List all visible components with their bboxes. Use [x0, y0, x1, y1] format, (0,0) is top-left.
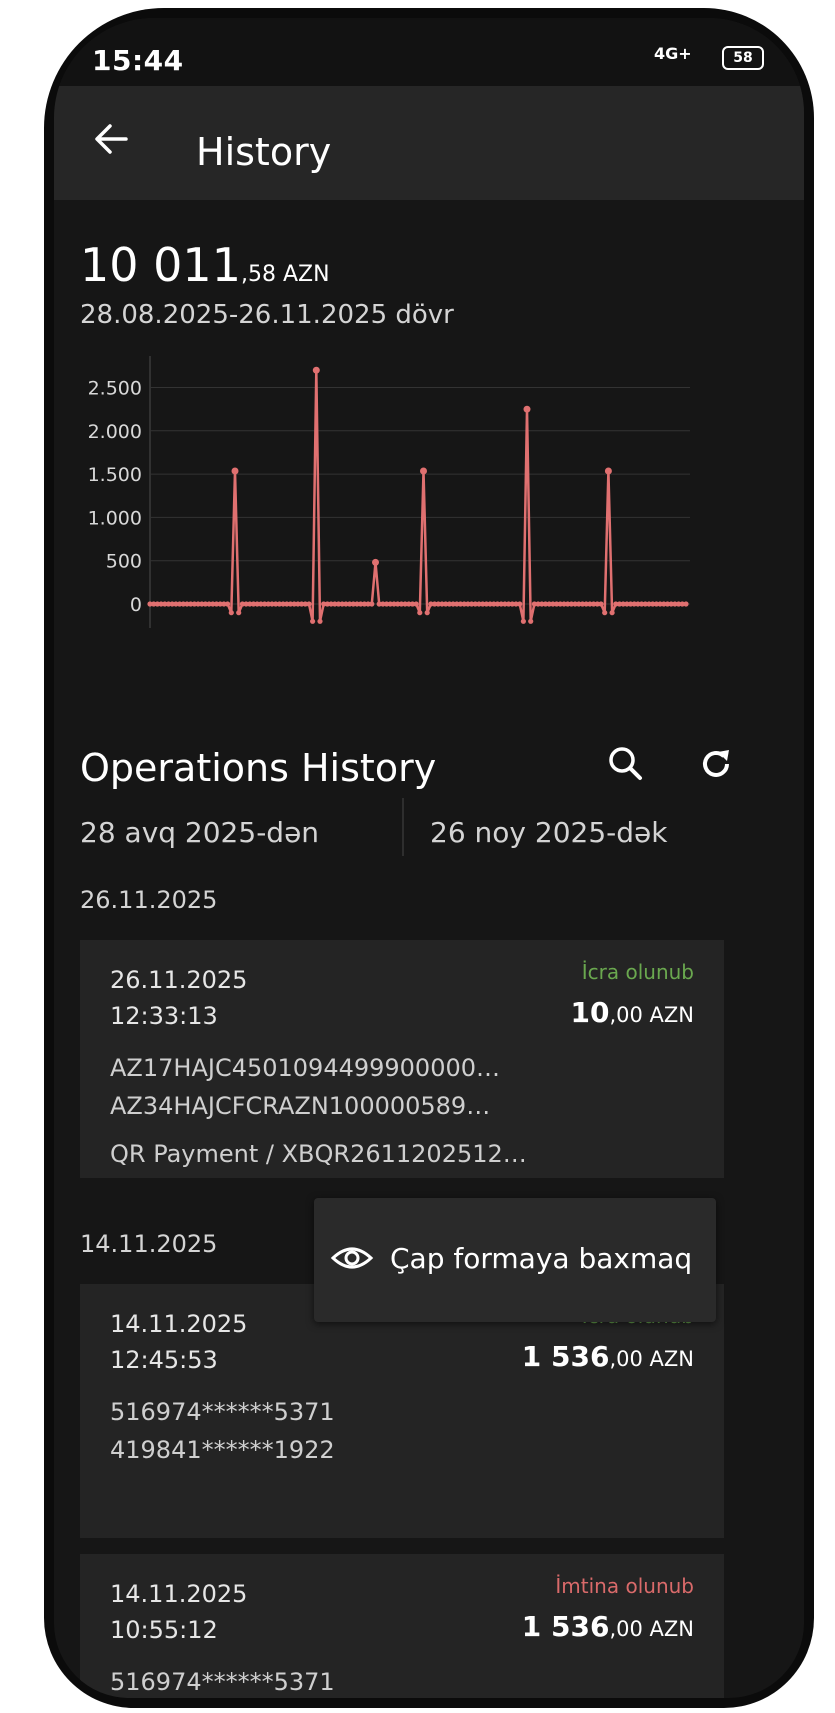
y-tick-label: 2.500 [88, 378, 142, 400]
battery-icon: 58 [722, 46, 764, 70]
operation-datetime: 14.11.2025 10:55:12 [110, 1576, 247, 1648]
operation-card[interactable]: 14.11.202512:45:53 İcra olunub 1 536,00 … [80, 1284, 724, 1538]
operation-amount: 1 536,00 AZN [522, 1610, 694, 1643]
card-number: 516974******5371 [110, 1398, 335, 1426]
data-point [231, 467, 239, 475]
operation-amount: 1 536,00 AZN [522, 1340, 694, 1373]
series-line [150, 368, 686, 623]
to-account: AZ34HAJCFCRAZN100000589… [110, 1092, 491, 1120]
data-point [528, 618, 534, 624]
total-amount-integer: 10 011 [80, 238, 241, 292]
page-title: History [196, 130, 332, 174]
network-signal-icon: 4G+ [654, 44, 692, 63]
search-icon[interactable] [604, 742, 648, 786]
data-point [604, 467, 612, 475]
app-screen: 15:44 4G+ 58 History 10 011,58 AZN 28.08… [54, 18, 804, 1698]
date-from-filter[interactable]: 28 avq 2025-dən [80, 816, 319, 849]
data-point [228, 610, 234, 616]
y-tick-label: 500 [106, 551, 142, 573]
data-point [413, 601, 419, 607]
eye-icon [330, 1247, 374, 1269]
data-point [520, 618, 526, 624]
date-divider [402, 798, 404, 856]
from-account: AZ17HAJC4501094499900000… [110, 1054, 501, 1082]
amount-integer: 1 536 [521, 1610, 610, 1643]
total-amount: 10 011,58 AZN [80, 238, 330, 292]
operation-date: 14.11.2025 [110, 1580, 248, 1608]
data-point [236, 610, 242, 616]
amount-decimal: ,00 AZN [609, 1003, 694, 1027]
operation-amount: 10,00 AZN [570, 996, 694, 1029]
data-point [598, 601, 604, 607]
data-point [424, 610, 430, 616]
section-date: 14.11.2025 [80, 1230, 218, 1258]
status-bar: 15:44 4G+ 58 [54, 18, 804, 86]
y-tick-label: 0 [130, 594, 142, 616]
history-line-chart: 2.500 2.000 1.500 1.000 500 0 [88, 356, 690, 628]
data-point [683, 601, 689, 607]
operation-card[interactable]: 26.11.2025 12:33:13 İcra olunub 10,00 AZN… [80, 940, 724, 1178]
amount-integer: 1 536 [521, 1340, 610, 1373]
amount-decimal: ,00 AZN [609, 1347, 694, 1371]
y-tick-label: 1.000 [88, 507, 142, 529]
refresh-icon[interactable] [694, 742, 738, 786]
status-badge: İmtina olunub [555, 1574, 694, 1598]
operation-date: 14.11.2025 [110, 1310, 248, 1338]
data-point [602, 610, 608, 616]
data-point [417, 610, 423, 616]
period-label: 28.08.2025-26.11.2025 dövr [80, 300, 454, 330]
data-point [312, 366, 320, 374]
total-amount-decimal: ,58 AZN [240, 262, 330, 287]
data-point [517, 601, 523, 607]
operations-history-title: Operations History [80, 746, 437, 790]
data-point [306, 601, 312, 607]
operation-datetime: 26.11.2025 12:33:13 [110, 962, 247, 1034]
amount-decimal: ,00 AZN [609, 1617, 694, 1641]
operation-time: 12:45:53 [110, 1346, 218, 1374]
card-number: 516974******5371 [110, 1668, 335, 1696]
section-date: 26.11.2025 [80, 886, 218, 914]
data-point [310, 618, 316, 624]
y-tick-label: 2.000 [88, 421, 142, 443]
amount-integer: 10 [570, 996, 610, 1029]
data-point [372, 558, 379, 566]
card-number: 419841******1922 [110, 1436, 335, 1464]
operation-time: 12:33:13 [110, 1002, 218, 1030]
operation-time: 10:55:12 [110, 1616, 218, 1644]
data-point [369, 601, 375, 607]
app-bar: History [54, 86, 804, 200]
data-point [317, 618, 323, 624]
payment-description: QR Payment / XBQR2611202512… [110, 1140, 527, 1168]
date-to-filter[interactable]: 26 noy 2025-dək [430, 816, 667, 849]
status-badge: İcra olunub [581, 960, 694, 984]
operation-card[interactable]: 14.11.2025 10:55:12 İmtina olunub 1 536,0… [80, 1554, 724, 1698]
back-arrow-icon[interactable] [86, 114, 136, 164]
data-point [523, 405, 531, 413]
data-point [420, 467, 427, 475]
context-menu: Çap formaya baxmaq [314, 1198, 716, 1322]
view-print-form-item[interactable]: Çap formaya baxmaq [390, 1242, 692, 1275]
y-tick-label: 1.500 [88, 464, 142, 486]
data-point [225, 601, 231, 607]
operation-date: 26.11.2025 [110, 966, 248, 994]
operation-datetime: 14.11.2025 12:45:53 [110, 1306, 247, 1378]
data-point [609, 610, 615, 616]
status-time: 15:44 [92, 44, 184, 77]
